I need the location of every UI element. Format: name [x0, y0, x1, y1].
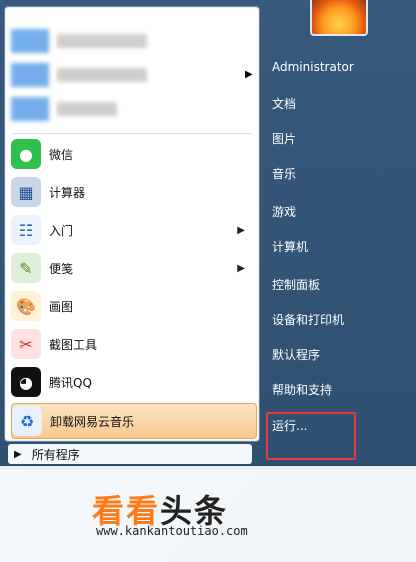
- right-link-control-panel[interactable]: 控制面板: [272, 276, 320, 293]
- start-item-uninstall-netease-music[interactable]: ♻ 卸载网易云音乐: [11, 403, 257, 439]
- all-programs-label: 所有程序: [31, 447, 80, 462]
- watermark-banner: 看看头条 www.kankantoutiao.com: [0, 466, 416, 562]
- start-item-label: 便笺: [49, 261, 74, 276]
- watermark-url: www.kankantoutiao.com: [96, 524, 248, 538]
- start-item-calculator[interactable]: ▦ 计算器: [11, 175, 255, 209]
- wechat-icon: ●: [11, 139, 41, 169]
- blurred-label: [57, 68, 147, 82]
- blurred-recent-item[interactable]: [11, 25, 211, 57]
- right-link-user[interactable]: Administrator: [272, 60, 354, 74]
- getting-started-icon: ☷: [11, 215, 41, 245]
- blurred-recent-item[interactable]: [11, 93, 211, 125]
- start-item-label: 微信: [49, 147, 74, 162]
- triangle-right-icon: ▶: [14, 448, 22, 460]
- all-programs-button[interactable]: ▶ 所有程序: [8, 444, 252, 464]
- start-item-sticky-notes[interactable]: ✎ 便笺 ▶: [11, 251, 255, 285]
- run-highlight-box: [266, 412, 356, 460]
- right-link-help-support[interactable]: 帮助和支持: [272, 381, 332, 398]
- qq-icon: ◕: [11, 367, 41, 397]
- start-item-label: 卸载网易云音乐: [50, 414, 135, 429]
- right-link-games[interactable]: 游戏: [272, 203, 296, 220]
- start-item-snipping-tool[interactable]: ✂ 截图工具: [11, 327, 255, 361]
- divider: [13, 133, 251, 134]
- chevron-right-icon: ▶: [237, 224, 245, 236]
- blurred-icon: [11, 29, 49, 53]
- blurred-recent-item[interactable]: ▶: [11, 59, 253, 91]
- start-item-label: 入门: [49, 223, 74, 238]
- chevron-right-icon: ▶: [237, 262, 245, 274]
- right-link-documents[interactable]: 文档: [272, 95, 296, 112]
- start-menu: ▶ ● 微信 ▦ 计算器 ☷ 入门 ▶ ✎ 便笺 ▶ 🎨 画图 ✂ 截图工具 ◕…: [0, 0, 416, 470]
- start-item-label: 画图: [49, 299, 74, 314]
- blurred-icon: [11, 97, 49, 121]
- right-link-default-programs[interactable]: 默认程序: [272, 346, 320, 363]
- start-item-wechat[interactable]: ● 微信: [11, 137, 255, 171]
- start-item-qq[interactable]: ◕ 腾讯QQ: [11, 365, 255, 399]
- blurred-label: [57, 102, 117, 116]
- start-item-paint[interactable]: 🎨 画图: [11, 289, 255, 323]
- chevron-right-icon: ▶: [245, 69, 253, 80]
- right-link-computer[interactable]: 计算机: [272, 238, 308, 255]
- blurred-icon: [11, 63, 49, 87]
- start-item-label: 腾讯QQ: [49, 375, 92, 390]
- start-item-label: 计算器: [49, 185, 86, 200]
- calculator-icon: ▦: [11, 177, 41, 207]
- start-item-label: 截图工具: [49, 337, 98, 352]
- start-menu-left-pane: ▶ ● 微信 ▦ 计算器 ☷ 入门 ▶ ✎ 便笺 ▶ 🎨 画图 ✂ 截图工具 ◕…: [4, 6, 260, 442]
- sticky-notes-icon: ✎: [11, 253, 41, 283]
- user-avatar[interactable]: [310, 0, 368, 36]
- blurred-label: [57, 34, 147, 48]
- paint-icon: 🎨: [11, 291, 41, 321]
- snipping-tool-icon: ✂: [11, 329, 41, 359]
- right-link-devices-printers[interactable]: 设备和打印机: [272, 311, 344, 328]
- recycle-uninstall-icon: ♻: [12, 406, 42, 436]
- right-link-pictures[interactable]: 图片: [272, 130, 296, 147]
- start-item-getting-started[interactable]: ☷ 入门 ▶: [11, 213, 255, 247]
- right-link-music[interactable]: 音乐: [272, 165, 296, 182]
